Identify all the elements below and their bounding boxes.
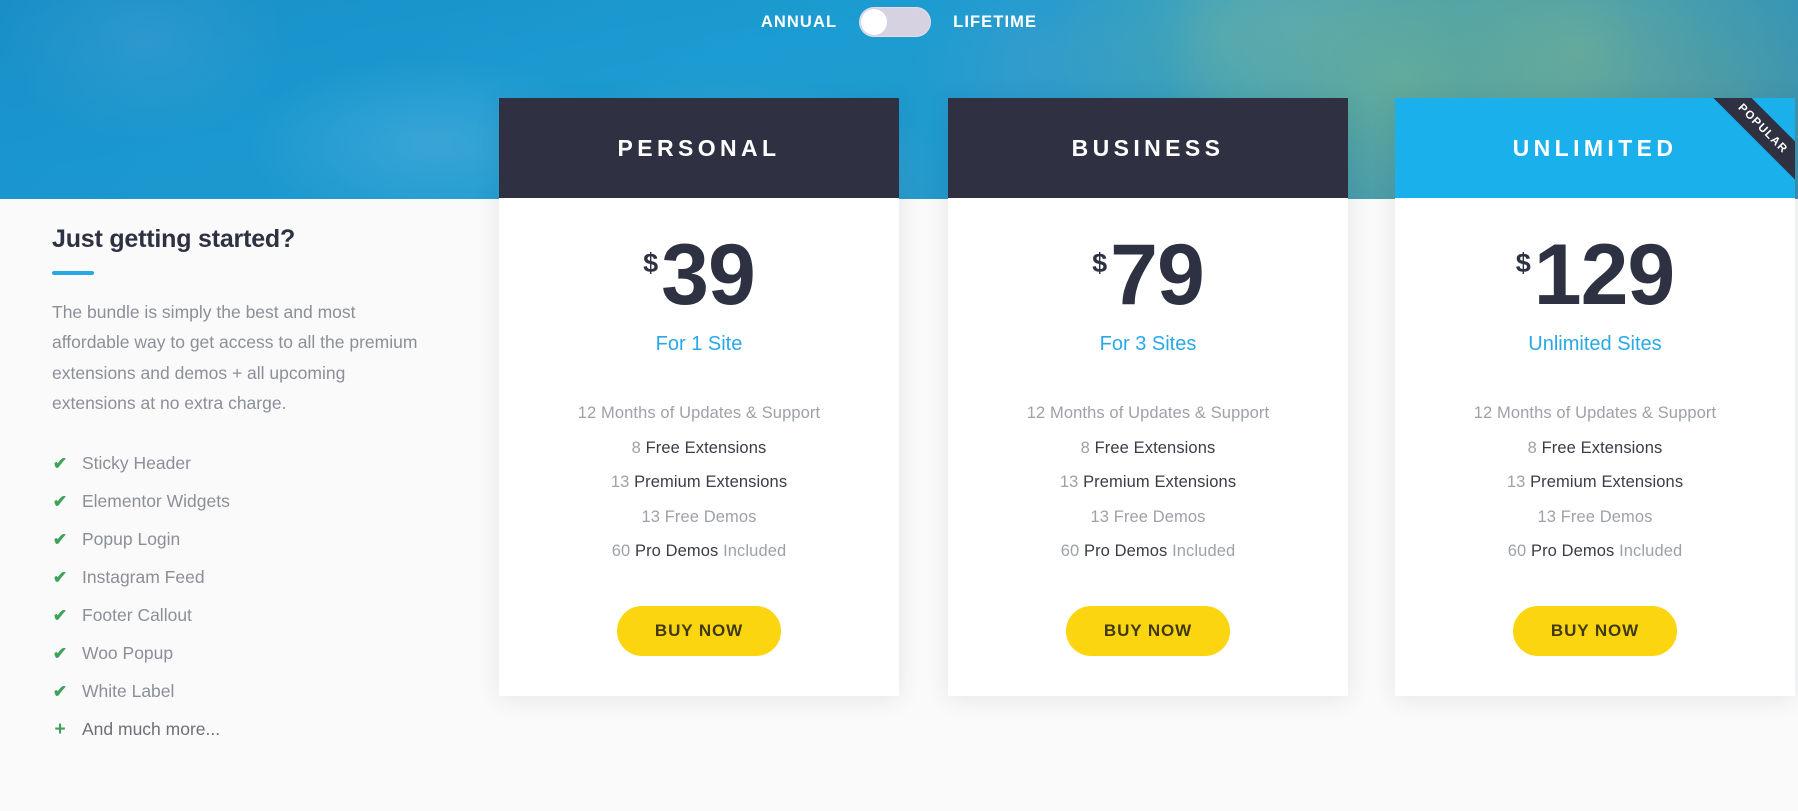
cta-wrapper: BUY NOW [1512, 605, 1678, 696]
plan-feature-lines: 12 Months of Updates & Support 8 Free Ex… [1395, 396, 1795, 569]
pricing-card-unlimited: UNLIMITED POPULAR $ 129 Unlimited Sites … [1395, 98, 1795, 696]
card-header: UNLIMITED POPULAR [1395, 98, 1795, 198]
plan-price: $ 129 [1515, 227, 1676, 323]
feature-free-extensions: 8 Free Extensions [1395, 431, 1795, 466]
plan-price: $ 79 [1092, 227, 1205, 323]
feature-premium-extensions-text: Premium Extensions [634, 473, 788, 492]
feature-updates-count: 12 [1026, 404, 1046, 423]
feature-free-demos-text: Free Demos [1113, 507, 1206, 526]
feature-free-extensions-count: 8 [1080, 438, 1090, 457]
feature-premium-extensions: 13 Premium Extensions [1395, 465, 1795, 500]
feature-premium-extensions-text: Premium Extensions [1530, 473, 1684, 492]
billing-toggle-switch[interactable] [859, 7, 932, 37]
feature-free-extensions-text: Free Extensions [645, 438, 767, 457]
plan-name: BUSINESS [1071, 134, 1225, 161]
buy-now-button[interactable]: BUY NOW [616, 605, 782, 656]
card-header: BUSINESS [948, 98, 1348, 198]
pricing-cards: PERSONAL $ 39 For 1 Site 12 Months of Up… [0, 0, 1798, 811]
feature-updates-text: Months of Updates & Support [1050, 404, 1270, 423]
plan-feature-lines: 12 Months of Updates & Support 8 Free Ex… [948, 396, 1348, 569]
plan-site-count: For 3 Sites [1099, 333, 1197, 356]
feature-free-extensions-count: 8 [631, 438, 641, 457]
popular-ribbon-label: POPULAR [1735, 101, 1791, 156]
plan-site-count: For 1 Site [655, 333, 743, 356]
buy-now-button[interactable]: BUY NOW [1065, 605, 1231, 656]
plan-feature-lines: 12 Months of Updates & Support 8 Free Ex… [499, 396, 899, 569]
feature-updates-count: 12 [1473, 404, 1493, 423]
plan-site-count: Unlimited Sites [1528, 333, 1662, 356]
feature-free-extensions-count: 8 [1527, 438, 1537, 457]
feature-premium-extensions-count: 13 [1506, 473, 1526, 492]
pricing-page: ANNUAL LIFETIME Just getting started? Th… [0, 0, 1798, 811]
feature-free-extensions: 8 Free Extensions [948, 431, 1348, 466]
feature-pro-demos-suffix: Included [723, 542, 787, 561]
card-body: $ 129 Unlimited Sites 12 Months of Updat… [1395, 198, 1795, 696]
feature-updates: 12 Months of Updates & Support [1395, 396, 1795, 431]
feature-pro-demos-text: Pro Demos [1530, 542, 1615, 561]
feature-free-demos-count: 13 [1090, 507, 1110, 526]
card-header: PERSONAL [499, 98, 899, 198]
currency-symbol: $ [1515, 248, 1531, 278]
feature-pro-demos-count: 60 [1507, 542, 1527, 561]
feature-free-extensions-text: Free Extensions [1541, 438, 1663, 457]
plan-name: PERSONAL [617, 134, 781, 161]
feature-premium-extensions-count: 13 [610, 473, 630, 492]
feature-updates-text: Months of Updates & Support [1497, 404, 1717, 423]
feature-updates: 12 Months of Updates & Support [948, 396, 1348, 431]
feature-pro-demos-count: 60 [1060, 542, 1080, 561]
toggle-label-lifetime[interactable]: LIFETIME [953, 13, 1037, 32]
feature-pro-demos-text: Pro Demos [1083, 542, 1168, 561]
pricing-card-personal: PERSONAL $ 39 For 1 Site 12 Months of Up… [499, 98, 899, 696]
feature-premium-extensions-text: Premium Extensions [1083, 473, 1237, 492]
feature-free-demos-text: Free Demos [664, 507, 757, 526]
feature-premium-extensions: 13 Premium Extensions [948, 465, 1348, 500]
feature-updates-text: Months of Updates & Support [601, 404, 821, 423]
feature-free-extensions-text: Free Extensions [1094, 438, 1216, 457]
feature-updates-count: 12 [577, 404, 597, 423]
currency-symbol: $ [643, 248, 659, 278]
card-body: $ 39 For 1 Site 12 Months of Updates & S… [499, 198, 899, 696]
popular-ribbon: POPULAR [1694, 98, 1795, 198]
feature-updates: 12 Months of Updates & Support [499, 396, 899, 431]
feature-free-extensions: 8 Free Extensions [499, 431, 899, 466]
toggle-label-annual[interactable]: ANNUAL [761, 13, 837, 32]
price-value: 79 [1110, 227, 1205, 323]
currency-symbol: $ [1092, 248, 1108, 278]
plan-price: $ 39 [643, 227, 756, 323]
feature-pro-demos: 60 Pro Demos Included [1395, 534, 1795, 569]
card-body: $ 79 For 3 Sites 12 Months of Updates & … [948, 198, 1348, 696]
feature-pro-demos-suffix: Included [1619, 542, 1683, 561]
feature-free-demos-count: 13 [641, 507, 661, 526]
cta-wrapper: BUY NOW [1065, 605, 1231, 696]
price-value: 39 [661, 227, 756, 323]
feature-premium-extensions-count: 13 [1059, 473, 1079, 492]
plan-name: UNLIMITED [1512, 134, 1678, 161]
feature-free-demos: 13 Free Demos [1395, 500, 1795, 535]
feature-pro-demos: 60 Pro Demos Included [499, 534, 899, 569]
feature-free-demos-text: Free Demos [1560, 507, 1653, 526]
feature-pro-demos: 60 Pro Demos Included [948, 534, 1348, 569]
toggle-knob-icon[interactable] [861, 9, 888, 35]
feature-pro-demos-text: Pro Demos [634, 542, 719, 561]
buy-now-button[interactable]: BUY NOW [1512, 605, 1678, 656]
feature-premium-extensions: 13 Premium Extensions [499, 465, 899, 500]
pricing-card-business: BUSINESS $ 79 For 3 Sites 12 Months of U… [948, 98, 1348, 696]
feature-pro-demos-count: 60 [611, 542, 631, 561]
price-value: 129 [1533, 227, 1675, 323]
feature-free-demos-count: 13 [1537, 507, 1557, 526]
feature-pro-demos-suffix: Included [1172, 542, 1236, 561]
feature-free-demos: 13 Free Demos [499, 500, 899, 535]
feature-free-demos: 13 Free Demos [948, 500, 1348, 535]
billing-period-toggle: ANNUAL LIFETIME [0, 0, 1798, 44]
cta-wrapper: BUY NOW [616, 605, 782, 696]
